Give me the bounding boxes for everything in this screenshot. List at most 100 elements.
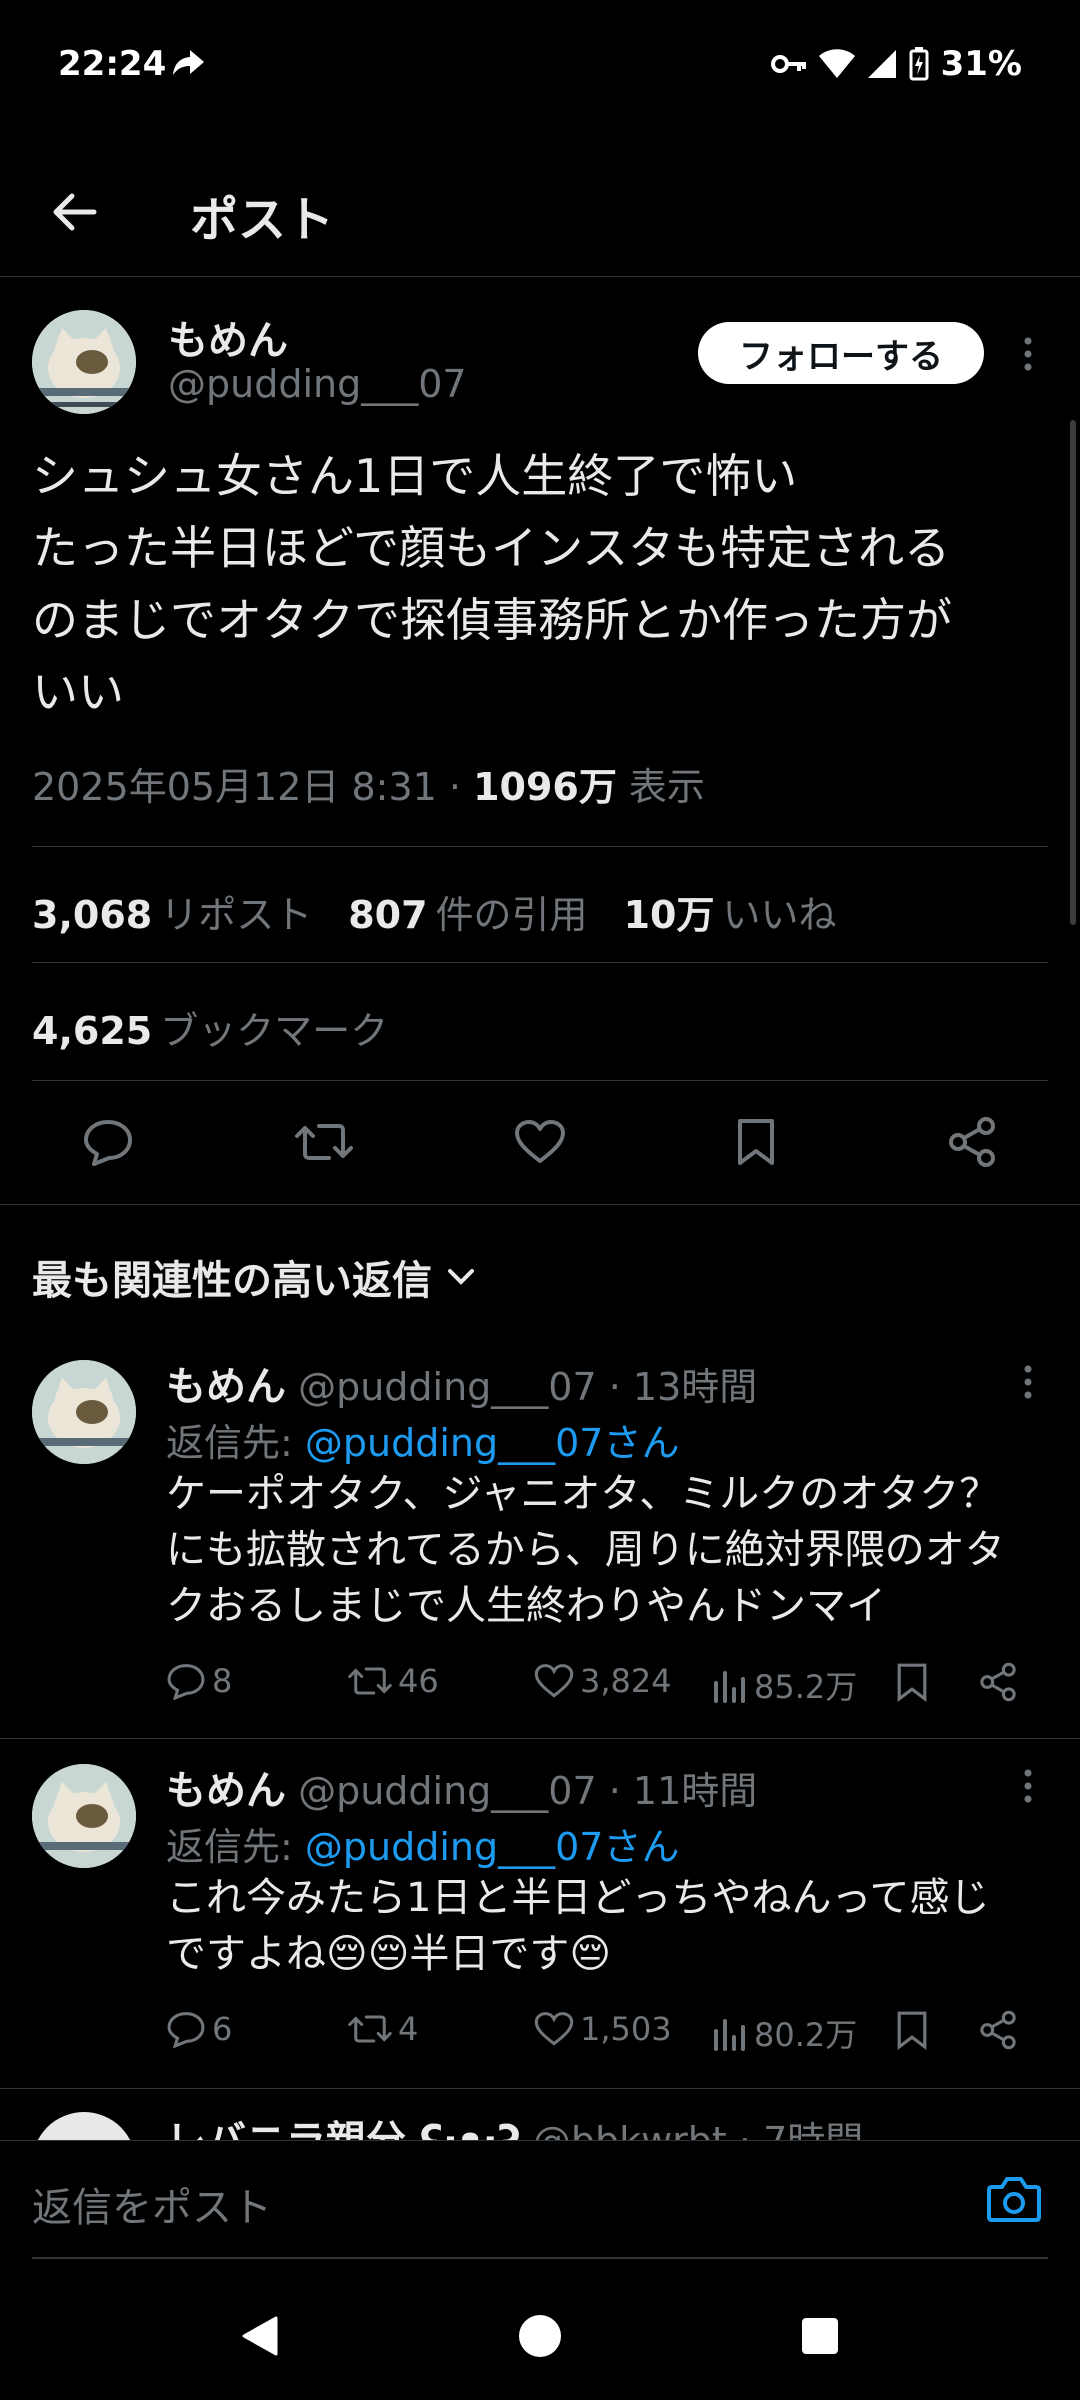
engagement-stats: 3,068 リポスト 807 件の引用 10万 いいね (32, 884, 836, 939)
repost-button[interactable]: 4 (348, 2010, 418, 2048)
share-button[interactable] (978, 2010, 1018, 2050)
bookmark-icon (897, 1663, 927, 1702)
scrollbar[interactable] (1070, 420, 1076, 925)
replies-sort-dropdown[interactable]: 最も関連性の高い返信 (32, 1248, 476, 1306)
post-timestamp[interactable]: 2025年05月12日 8:31 · (32, 765, 473, 809)
views-button[interactable]: 80.2万 (712, 2010, 857, 2056)
post-text-line: シュシュ女さん1日で人生終了で怖い (32, 449, 798, 503)
reposts-stat[interactable]: 3,068 リポスト (32, 893, 312, 937)
bookmark-button[interactable] (724, 1110, 788, 1174)
reply-author-handle[interactable]: @pudding___07 (298, 1365, 597, 1409)
reply-text: ケーポオタク、ジャニオタ、ミルクのオタク？ にも拡散されてるから、周りに絶対界隈… (166, 1471, 1005, 1629)
follow-button[interactable]: フォローする (698, 322, 984, 384)
triangle-back-icon (242, 2316, 278, 2356)
repost-button[interactable]: 46 (348, 1662, 439, 1700)
views-button[interactable]: 85.2万 (712, 1662, 857, 1708)
back-button[interactable] (42, 180, 106, 244)
author-handle[interactable]: @pudding___07 (168, 362, 467, 406)
share-icon (980, 1662, 1016, 1702)
signal-icon (867, 49, 897, 79)
battery-percent: 31% (940, 44, 1022, 84)
quotes-stat[interactable]: 807 件の引用 (348, 893, 587, 937)
reply-composer: 返信をポスト (0, 2140, 1080, 2261)
nav-recents-button[interactable] (790, 2306, 850, 2366)
reply-to-mention[interactable]: @pudding___07さん (305, 1825, 680, 1869)
divider (32, 2257, 1048, 2259)
reply-time: · 13時間 (596, 1365, 758, 1409)
post-text: シュシュ女さん1日で人生終了で怖い たった半日ほどで顔もインスタも特定される の… (32, 440, 1052, 728)
divider (32, 962, 1048, 963)
system-navigation-bar (0, 2262, 1080, 2400)
reply-to-mention[interactable]: @pudding___07さん (305, 1421, 680, 1465)
status-time: 22:24 (58, 44, 167, 84)
reply-icon (84, 1120, 132, 1166)
reply-action-bar: 8 46 3,824 85.2万 (166, 1662, 1046, 1712)
post-action-bar (0, 1082, 1080, 1205)
more-options-icon[interactable] (1008, 1766, 1048, 1806)
reply-action-bar: 6 4 1,503 80.2万 (166, 2010, 1046, 2060)
analytics-icon (714, 1671, 745, 1703)
reply-time: · 11時間 (596, 1769, 758, 1813)
repost-icon (348, 2015, 392, 2043)
like-button[interactable] (508, 1110, 572, 1174)
battery-icon (909, 47, 929, 81)
reply-button[interactable]: 6 (166, 2010, 232, 2048)
like-button[interactable]: 3,824 (534, 1662, 672, 1700)
divider (0, 1738, 1080, 1739)
avatar[interactable] (32, 310, 136, 414)
reply-to-line: 返信先: @pudding___07さん (166, 1825, 680, 1869)
heart-icon (534, 1664, 574, 1698)
bookmark-button[interactable] (896, 1662, 928, 1702)
repost-icon (348, 1667, 392, 1695)
bookmark-icon (738, 1119, 774, 1165)
reply-to-line: 返信先: @pudding___07さん (166, 1421, 680, 1465)
post-text-line: いい (32, 665, 124, 719)
divider (0, 2088, 1080, 2089)
more-options-icon[interactable] (1008, 1362, 1048, 1402)
post-text-line: たった半日ほどで顔もインスタも特定される (32, 521, 951, 575)
repost-button[interactable] (292, 1110, 356, 1174)
reply-author-name[interactable]: もめん (166, 1768, 286, 1814)
more-options-icon[interactable] (1008, 334, 1048, 374)
avatar[interactable] (32, 1764, 136, 1868)
share-forward-icon (170, 46, 208, 78)
share-icon (980, 2010, 1016, 2050)
reply-header: もめん @pudding___07 · 11時間 (166, 1758, 757, 1816)
reply-text: これ今みたら1日と半日どっちやねんって感じ ですよね😔😔半日です😔 (166, 1875, 990, 1977)
share-icon (949, 1117, 995, 1167)
vpn-key-icon (770, 53, 807, 75)
heart-icon (534, 2012, 574, 2046)
square-recents-icon (802, 2318, 838, 2354)
reply-icon (167, 2012, 205, 2048)
bookmarks-stat[interactable]: 4,625 ブックマーク (32, 1000, 388, 1055)
reply-button[interactable] (76, 1110, 140, 1174)
arrow-left-icon (53, 193, 97, 231)
divider (32, 1080, 1048, 1081)
analytics-icon (714, 2019, 745, 2051)
views-count: 1096万 (473, 765, 617, 809)
share-button[interactable] (978, 1662, 1018, 1702)
reply-author-name[interactable]: もめん (166, 1364, 286, 1410)
share-button[interactable] (940, 1110, 1004, 1174)
chevron-down-icon (448, 1269, 474, 1285)
author-name[interactable]: もめん (168, 308, 288, 366)
like-button[interactable]: 1,503 (534, 2010, 672, 2048)
wifi-icon (818, 49, 855, 79)
nav-home-button[interactable] (510, 2306, 570, 2366)
avatar[interactable] (32, 1360, 136, 1464)
heart-icon (515, 1120, 565, 1163)
reply-author-handle[interactable]: @pudding___07 (298, 1769, 597, 1813)
reply-button[interactable]: 8 (166, 1662, 232, 1700)
bookmark-button[interactable] (896, 2010, 928, 2050)
camera-button[interactable] (986, 2173, 1042, 2229)
nav-back-button[interactable] (230, 2306, 290, 2366)
camera-icon (987, 2177, 1041, 2222)
divider (32, 846, 1048, 847)
page-title: ポスト (190, 192, 335, 248)
circle-home-icon (519, 2315, 561, 2357)
reply-icon (167, 1664, 205, 1700)
status-bar: 22:24 31% (0, 0, 1080, 130)
post-meta: 2025年05月12日 8:31 · 1096万 表示 (32, 756, 705, 811)
likes-stat[interactable]: 10万 いいね (624, 893, 837, 937)
reply-input[interactable]: 返信をポスト (32, 2175, 272, 2233)
